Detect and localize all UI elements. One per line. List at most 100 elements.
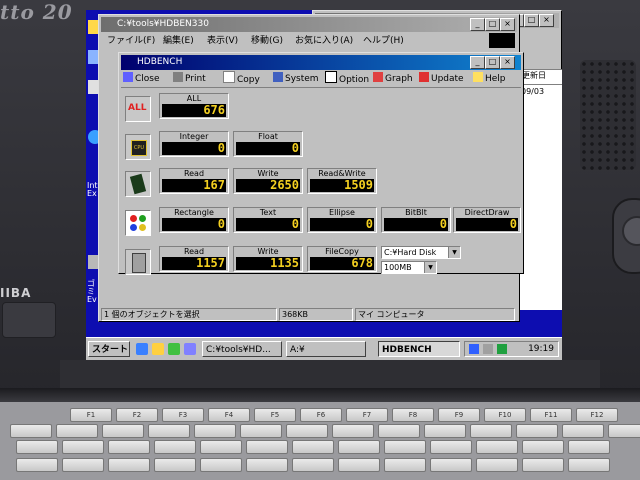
- chevron-down-icon[interactable]: ▼: [448, 247, 460, 258]
- explorer-maximize-button[interactable]: □: [485, 18, 500, 31]
- key-f6[interactable]: F6: [300, 408, 342, 422]
- key[interactable]: [430, 458, 472, 472]
- key-f8[interactable]: F8: [392, 408, 434, 422]
- key[interactable]: [56, 424, 98, 438]
- key[interactable]: [338, 458, 380, 472]
- help-tool[interactable]: Help: [473, 71, 506, 87]
- key-f1[interactable]: F1: [70, 408, 112, 422]
- key-f9[interactable]: F9: [438, 408, 480, 422]
- key[interactable]: [154, 458, 196, 472]
- key[interactable]: [194, 424, 236, 438]
- menu-help[interactable]: ヘルプ(H): [363, 33, 404, 49]
- key[interactable]: [470, 424, 512, 438]
- outlook-quicklaunch-icon[interactable]: [152, 343, 164, 355]
- explorer-titlebar[interactable]: C:¥tools¥HDBEN330: [101, 17, 517, 32]
- taskbar-hdbench-button[interactable]: HDBENCH: [378, 341, 460, 357]
- copy-tool[interactable]: Copy: [223, 71, 260, 87]
- key[interactable]: [568, 440, 610, 454]
- hdbench-minimize-button[interactable]: _: [470, 56, 485, 69]
- tray-magnifier-icon[interactable]: [469, 344, 479, 354]
- channel-quicklaunch-icon[interactable]: [184, 343, 196, 355]
- key[interactable]: [608, 424, 640, 438]
- key[interactable]: [62, 458, 104, 472]
- explorer-close-button[interactable]: ×: [500, 18, 515, 31]
- key-f2[interactable]: F2: [116, 408, 158, 422]
- ie-quicklaunch-icon[interactable]: [136, 343, 148, 355]
- key-f4[interactable]: F4: [208, 408, 250, 422]
- key[interactable]: [200, 458, 242, 472]
- key[interactable]: [476, 458, 518, 472]
- key-f5[interactable]: F5: [254, 408, 296, 422]
- date-modified-header[interactable]: 更新日: [519, 69, 562, 85]
- key-f3[interactable]: F3: [162, 408, 204, 422]
- update-tool[interactable]: Update: [419, 71, 464, 87]
- start-button[interactable]: スタート: [88, 341, 130, 357]
- key[interactable]: [378, 424, 420, 438]
- key[interactable]: [516, 424, 558, 438]
- clock[interactable]: 19:19: [528, 344, 554, 354]
- drive-icon[interactable]: [125, 249, 151, 275]
- key[interactable]: [522, 458, 564, 472]
- key[interactable]: [384, 458, 426, 472]
- menu-edit[interactable]: 編集(E): [163, 33, 194, 49]
- all-icon[interactable]: ALL: [125, 96, 151, 122]
- tray-battery-icon[interactable]: [497, 344, 507, 354]
- key[interactable]: [384, 440, 426, 454]
- menu-view[interactable]: 表示(V): [207, 33, 238, 49]
- option-tool[interactable]: Option: [325, 71, 369, 87]
- size-select[interactable]: 100MB ▼: [381, 261, 437, 274]
- key[interactable]: [430, 440, 472, 454]
- video-icon[interactable]: [125, 210, 151, 236]
- key[interactable]: [246, 440, 288, 454]
- close-button[interactable]: ×: [539, 14, 554, 27]
- print-tool[interactable]: Print: [173, 71, 206, 87]
- taskbar-a-drive-button[interactable]: A:¥: [286, 341, 366, 357]
- tray-speaker-icon[interactable]: [483, 344, 493, 354]
- drive-select[interactable]: C:¥Hard Disk ▼: [381, 246, 461, 259]
- graph-tool[interactable]: Graph: [373, 71, 413, 87]
- memory-icon[interactable]: [125, 171, 151, 197]
- key[interactable]: [108, 440, 150, 454]
- key[interactable]: [16, 458, 58, 472]
- file-list-area[interactable]: 09/03: [518, 85, 562, 310]
- key[interactable]: [148, 424, 190, 438]
- key-f12[interactable]: F12: [576, 408, 618, 422]
- chevron-down-icon[interactable]: ▼: [424, 262, 436, 273]
- key[interactable]: [476, 440, 518, 454]
- hdbench-maximize-button[interactable]: □: [485, 56, 500, 69]
- close-tool[interactable]: Close: [123, 71, 160, 87]
- system-tool[interactable]: System: [273, 71, 319, 87]
- key[interactable]: [62, 440, 104, 454]
- key[interactable]: [562, 424, 604, 438]
- key[interactable]: [292, 440, 334, 454]
- key[interactable]: [424, 424, 466, 438]
- menu-favorites[interactable]: お気に入り(A): [295, 33, 353, 49]
- key[interactable]: [568, 458, 610, 472]
- key-f10[interactable]: F10: [484, 408, 526, 422]
- taskbar-explorer-button[interactable]: C:¥tools¥HD...: [202, 341, 282, 357]
- key[interactable]: [338, 440, 380, 454]
- cpu-icon[interactable]: CPU: [125, 134, 151, 160]
- hdbench-titlebar[interactable]: HDBENCH: [121, 55, 521, 70]
- key[interactable]: [332, 424, 374, 438]
- maximize-button[interactable]: □: [524, 14, 539, 27]
- explorer-minimize-button[interactable]: _: [470, 18, 485, 31]
- key[interactable]: [522, 440, 564, 454]
- key-f7[interactable]: F7: [346, 408, 388, 422]
- key[interactable]: [200, 440, 242, 454]
- key[interactable]: [102, 424, 144, 438]
- key[interactable]: [154, 440, 196, 454]
- menu-go[interactable]: 移動(G): [251, 33, 283, 49]
- key[interactable]: [10, 424, 52, 438]
- key[interactable]: [240, 424, 282, 438]
- menu-file[interactable]: ファイル(F): [107, 33, 155, 49]
- key[interactable]: [292, 458, 334, 472]
- key-f11[interactable]: F11: [530, 408, 572, 422]
- key[interactable]: [246, 458, 288, 472]
- desktop-quicklaunch-icon[interactable]: [168, 343, 180, 355]
- hdbench-window[interactable]: HDBENCH _ □ × Close Print Copy System Op…: [118, 52, 524, 275]
- key[interactable]: [286, 424, 328, 438]
- key[interactable]: [16, 440, 58, 454]
- key[interactable]: [108, 458, 150, 472]
- hdbench-close-button[interactable]: ×: [500, 56, 515, 69]
